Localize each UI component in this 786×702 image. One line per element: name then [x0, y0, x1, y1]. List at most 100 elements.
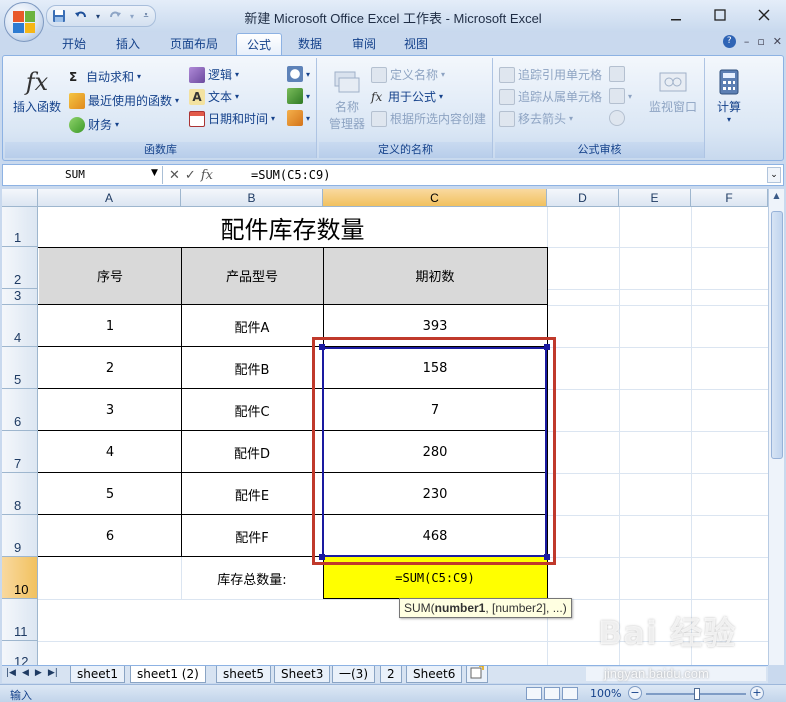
sheet-tab[interactable]: 一(3) — [332, 666, 375, 683]
row-header-10[interactable]: 10 — [2, 557, 38, 599]
sheet-tab[interactable]: sheet1 — [70, 666, 125, 683]
insert-function-icon[interactable]: fx — [201, 168, 213, 183]
cell-model[interactable]: 配件D — [181, 431, 323, 473]
sheet-title[interactable]: 配件库存数量 — [38, 207, 547, 247]
prev-sheet-icon[interactable]: ◀ — [22, 668, 29, 678]
insert-function-button[interactable]: fx 插入函数 — [11, 66, 63, 115]
column-header-a[interactable]: A — [38, 189, 181, 207]
column-header-e[interactable]: E — [619, 189, 691, 207]
workbook-minimize-icon[interactable]: – — [744, 35, 750, 48]
tab-home[interactable]: 开始 — [52, 33, 96, 55]
cell-no[interactable]: 1 — [39, 305, 181, 347]
confirm-entry-icon[interactable]: ✓ — [185, 168, 196, 183]
cancel-entry-icon[interactable]: ✕ — [169, 168, 180, 183]
formula-input[interactable]: =SUM(C5:C9) — [251, 166, 761, 184]
name-box[interactable]: SUM — [5, 166, 163, 184]
header-cell-no[interactable]: 序号 — [39, 247, 181, 304]
select-all-corner[interactable] — [2, 189, 38, 207]
cell-model[interactable]: 配件C — [181, 389, 323, 431]
name-box-dropdown-icon[interactable]: ▼ — [151, 168, 158, 178]
normal-view-icon[interactable] — [526, 687, 542, 700]
cell-no[interactable]: 4 — [39, 431, 181, 473]
maximize-button[interactable] — [698, 0, 742, 30]
worksheet-grid[interactable]: A B C D E F 1 2 3 4 5 6 7 8 9 10 11 12 配… — [2, 189, 768, 665]
remove-arrows-button[interactable]: 移去箭头 ▾ — [499, 110, 573, 127]
column-header-d[interactable]: D — [547, 189, 619, 207]
sheet-tab-active[interactable]: sheet1 (2) — [130, 666, 206, 683]
column-header-f[interactable]: F — [691, 189, 768, 207]
last-sheet-icon[interactable]: ▶| — [48, 668, 58, 678]
row-header-11[interactable]: 11 — [2, 599, 38, 641]
cell-no[interactable]: 3 — [39, 389, 181, 431]
trace-dependents-button[interactable]: 追踪从属单元格 — [499, 88, 602, 105]
row-header-3[interactable]: 3 — [2, 288, 38, 305]
calculation-button[interactable]: 计算 ▾ — [709, 66, 749, 124]
workbook-restore-icon[interactable]: ▫ — [757, 35, 764, 48]
scroll-up-icon[interactable]: ▲ — [770, 191, 783, 205]
autosum-button[interactable]: Σ 自动求和 ▾ — [69, 68, 141, 85]
use-in-formula-button[interactable]: fx 用于公式 ▾ — [371, 88, 443, 105]
column-header-c[interactable]: C — [323, 189, 547, 207]
error-checking-icon[interactable]: ▾ — [609, 88, 632, 104]
row-header-6[interactable]: 6 — [2, 389, 38, 431]
cell-no[interactable]: 5 — [39, 473, 181, 515]
cell-model[interactable]: 配件B — [181, 347, 323, 389]
tab-review[interactable]: 审阅 — [342, 33, 386, 55]
office-button[interactable] — [4, 2, 44, 42]
help-icon[interactable]: ? — [722, 35, 736, 48]
insert-sheet-icon[interactable] — [466, 665, 488, 683]
vertical-scroll-thumb[interactable] — [771, 211, 783, 459]
workbook-close-icon[interactable]: ✕ — [773, 35, 782, 48]
math-trig-button[interactable]: ▾ — [287, 88, 310, 104]
page-break-view-icon[interactable] — [562, 687, 578, 700]
total-label-cell[interactable]: 库存总数量: — [181, 557, 323, 599]
header-cell-model[interactable]: 产品型号 — [181, 247, 323, 304]
financial-button[interactable]: 财务 ▾ — [69, 116, 119, 133]
sheet-tab[interactable]: sheet5 — [216, 666, 271, 683]
tab-insert[interactable]: 插入 — [106, 33, 150, 55]
row-header-5[interactable]: 5 — [2, 347, 38, 389]
cell-model[interactable]: 配件F — [181, 515, 323, 557]
tab-view[interactable]: 视图 — [394, 33, 438, 55]
define-name-button[interactable]: 定义名称 ▾ — [371, 66, 445, 83]
formula-bar-expand-icon[interactable]: ⌄ — [767, 167, 781, 183]
lookup-reference-button[interactable]: ▾ — [287, 66, 310, 82]
tooltip-arg-current[interactable]: number1 — [435, 601, 486, 615]
logical-button[interactable]: 逻辑 ▾ — [189, 66, 239, 83]
row-header-9[interactable]: 9 — [2, 515, 38, 557]
datetime-button[interactable]: 日期和时间 ▾ — [189, 110, 275, 127]
minimize-button[interactable] — [654, 0, 698, 30]
text-button[interactable]: A 文本 ▾ — [189, 88, 239, 105]
row-header-7[interactable]: 7 — [2, 431, 38, 473]
cell-no[interactable]: 6 — [39, 515, 181, 557]
name-manager-button[interactable]: 名称 管理器 — [323, 66, 371, 132]
close-button[interactable] — [742, 0, 786, 30]
vertical-scrollbar[interactable]: ▲ — [768, 189, 784, 665]
page-layout-view-icon[interactable] — [544, 687, 560, 700]
recent-functions-button[interactable]: 最近使用的函数 ▾ — [69, 92, 179, 109]
tab-formulas[interactable]: 公式 — [236, 33, 283, 55]
row-header-2[interactable]: 2 — [2, 247, 38, 289]
header-cell-qty[interactable]: 期初数 — [323, 247, 547, 304]
row-header-4[interactable]: 4 — [2, 305, 38, 347]
column-header-b[interactable]: B — [181, 189, 323, 207]
evaluate-formula-icon[interactable] — [609, 110, 625, 126]
tab-data[interactable]: 数据 — [288, 33, 332, 55]
next-sheet-icon[interactable]: ▶ — [35, 668, 42, 678]
create-from-selection-button[interactable]: 根据所选内容创建 — [371, 110, 486, 127]
cell-no[interactable]: 2 — [39, 347, 181, 389]
cell-model[interactable]: 配件A — [181, 305, 323, 347]
watch-window-button[interactable]: 监视窗口 — [645, 66, 701, 115]
tab-page-layout[interactable]: 页面布局 — [160, 33, 228, 55]
cell-model[interactable]: 配件E — [181, 473, 323, 515]
sheet-tab[interactable]: Sheet3 — [274, 666, 331, 683]
show-formulas-icon[interactable] — [609, 66, 625, 82]
sheet-tab[interactable]: 2 — [380, 666, 402, 683]
first-sheet-icon[interactable]: |◀ — [6, 668, 16, 678]
row-header-1[interactable]: 1 — [2, 207, 38, 247]
trace-precedents-button[interactable]: 追踪引用单元格 — [499, 66, 602, 83]
more-functions-button[interactable]: ▾ — [287, 110, 310, 126]
row-header-12[interactable]: 12 — [2, 641, 38, 665]
sheet-tab[interactable]: Sheet6 — [406, 666, 463, 683]
row-header-8[interactable]: 8 — [2, 473, 38, 515]
